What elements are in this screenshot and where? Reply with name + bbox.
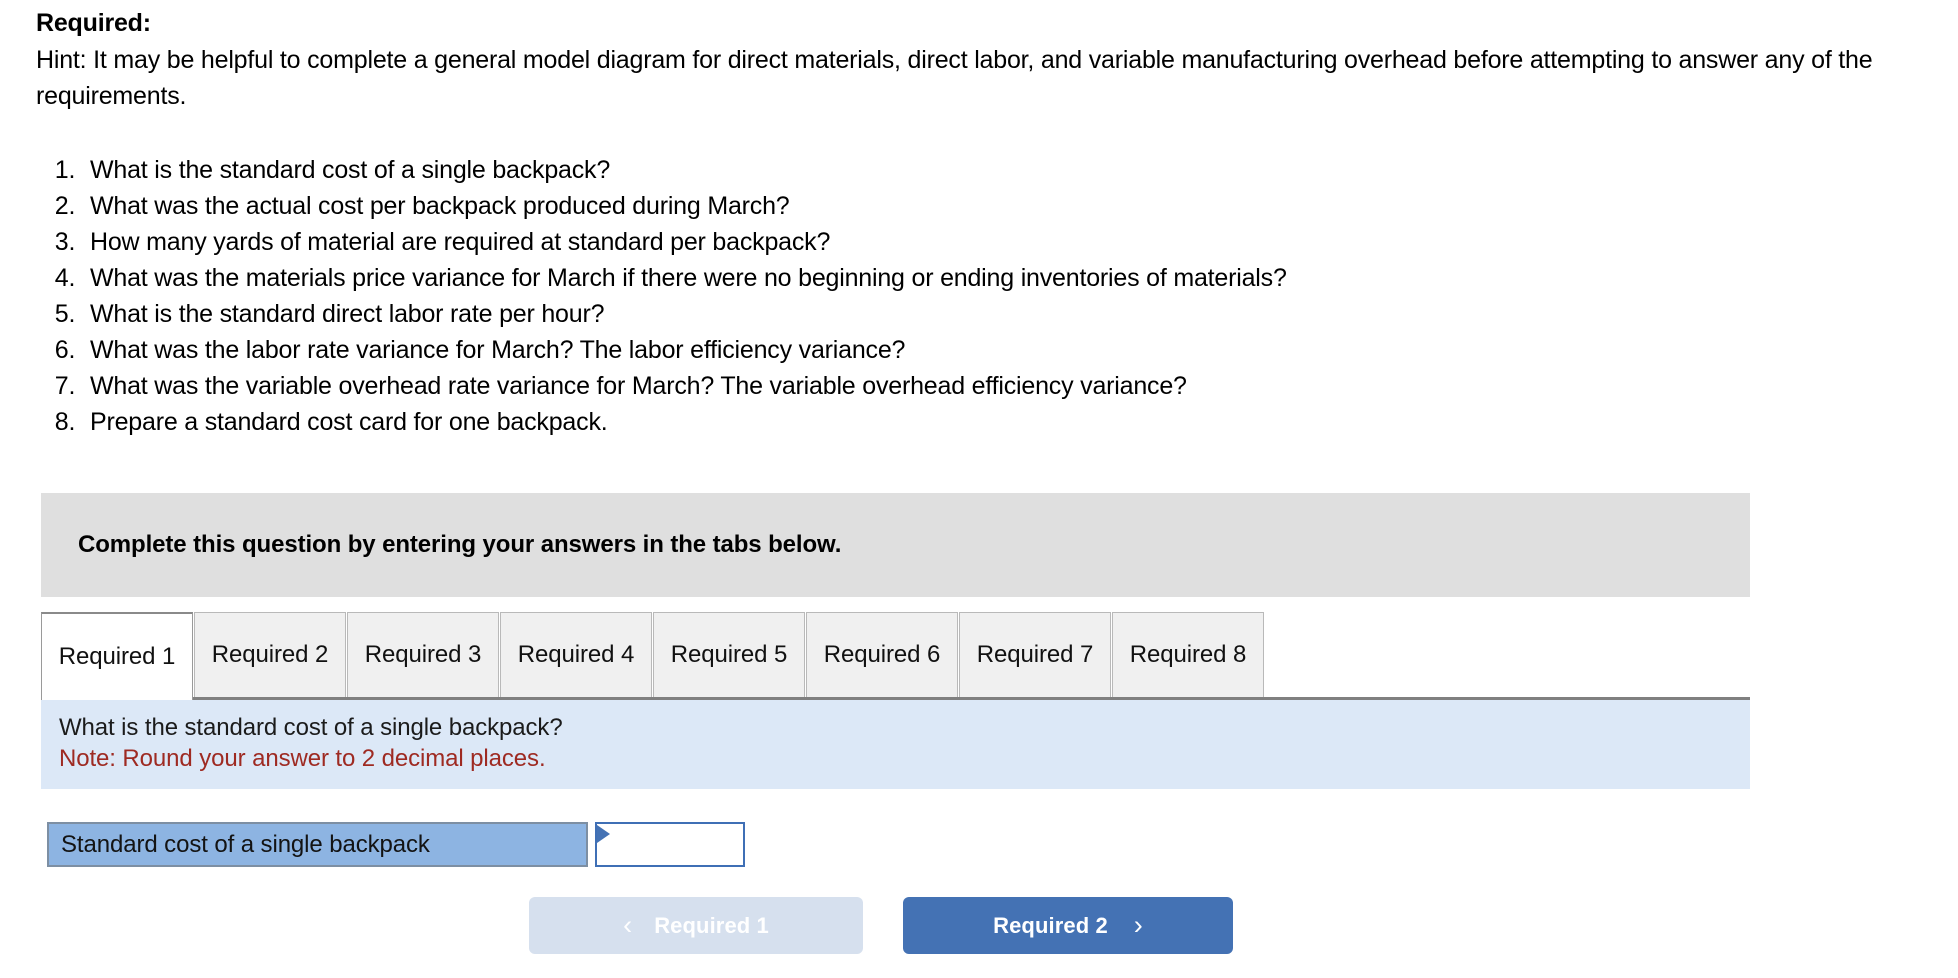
requirement-item: How many yards of material are required … <box>82 224 1287 260</box>
tab-required-6[interactable]: Required 6 <box>806 612 958 697</box>
tab-list: Required 1 Required 2 Required 3 Require… <box>41 612 1265 700</box>
hint-text: Hint: It may be helpful to complete a ge… <box>36 46 1873 110</box>
tab-label: Required 7 <box>976 641 1094 668</box>
chevron-left-icon: ‹ <box>623 910 633 940</box>
tab-label: Required 5 <box>670 641 788 668</box>
next-required-label: Required 2 <box>993 912 1108 938</box>
tab-required-1[interactable]: Required 1 <box>41 612 193 700</box>
requirement-item: What was the actual cost per backpack pr… <box>82 188 1287 224</box>
next-required-button[interactable]: Required 2 › <box>903 897 1233 954</box>
answer-label: Standard cost of a single backpack <box>47 822 588 867</box>
tab-required-3[interactable]: Required 3 <box>347 612 499 697</box>
tab-required-8[interactable]: Required 8 <box>1112 612 1264 697</box>
requirements-list: What is the standard cost of a single ba… <box>36 152 1287 440</box>
question-note: Note: Round your answer to 2 decimal pla… <box>59 745 546 772</box>
navigation-buttons: ‹ Required 1 Required 2 › <box>529 897 1233 954</box>
tab-required-7[interactable]: Required 7 <box>959 612 1111 697</box>
requirement-item: What is the standard direct labor rate p… <box>82 296 1287 332</box>
tab-label: Required 8 <box>1129 641 1247 668</box>
tab-label: Required 2 <box>211 641 329 668</box>
instruction-bar: Complete this question by entering your … <box>41 493 1750 597</box>
intro-block: Required: Hint: It may be helpful to com… <box>36 6 1916 114</box>
chevron-right-icon: › <box>1133 910 1143 940</box>
instruction-bar-text: Complete this question by entering your … <box>78 531 842 558</box>
question-panel: What is the standard cost of a single ba… <box>41 700 1750 789</box>
previous-required-label: Required 1 <box>654 912 769 938</box>
answer-input-wrapper <box>595 822 745 867</box>
requirement-item: What is the standard cost of a single ba… <box>82 152 1287 188</box>
answer-input[interactable] <box>595 822 745 867</box>
question-text: What is the standard cost of a single ba… <box>59 714 563 741</box>
tab-label: Required 6 <box>823 641 941 668</box>
required-heading: Required: <box>36 9 151 37</box>
answer-row: Standard cost of a single backpack <box>47 822 745 867</box>
requirement-item: What was the labor rate variance for Mar… <box>82 332 1287 368</box>
tab-label: Required 3 <box>364 641 482 668</box>
previous-required-button[interactable]: ‹ Required 1 <box>529 897 863 954</box>
tab-required-2[interactable]: Required 2 <box>194 612 346 697</box>
tab-required-4[interactable]: Required 4 <box>500 612 652 697</box>
tab-label: Required 1 <box>58 643 176 670</box>
requirement-item: What was the materials price variance fo… <box>82 260 1287 296</box>
tab-required-5[interactable]: Required 5 <box>653 612 805 697</box>
requirement-item: Prepare a standard cost card for one bac… <box>82 404 1287 440</box>
tab-strip: Required 1 Required 2 Required 3 Require… <box>41 612 1750 700</box>
requirement-item: What was the variable overhead rate vari… <box>82 368 1287 404</box>
tab-label: Required 4 <box>517 641 635 668</box>
